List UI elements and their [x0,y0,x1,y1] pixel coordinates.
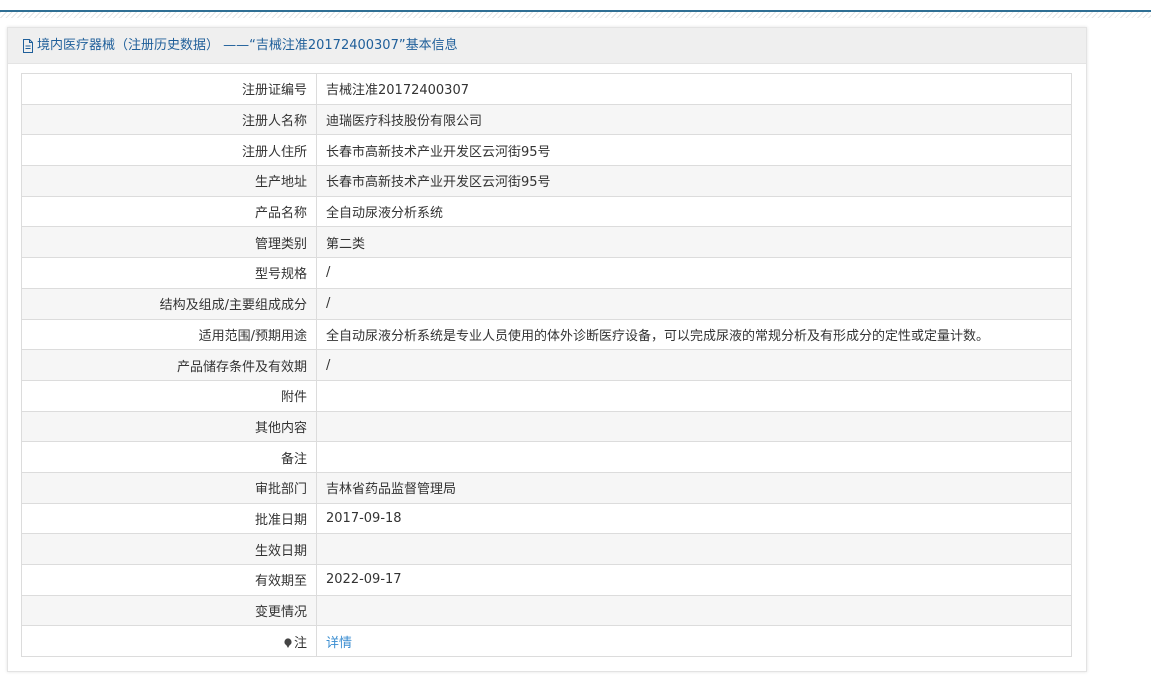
row-label: 注 [21,625,317,658]
row-label: 结构及组成/主要组成成分 [21,287,317,320]
row-label: 适用范围/预期用途 [21,318,317,351]
detail-link[interactable]: 详情 [326,636,352,651]
row-value: / [316,349,1072,381]
table-row: 注册人名称 迪瑞医疗科技股份有限公司 [21,103,1072,136]
row-value [316,441,1072,473]
row-value [316,379,1072,412]
table-row: 管理类别 第二类 [21,226,1072,259]
row-value: 全自动尿液分析系统是专业人员使用的体外诊断医疗设备，可以完成尿液的常规分析及有形… [316,318,1072,351]
table-row: 产品储存条件及有效期 / [21,349,1072,381]
row-label: 型号规格 [21,257,317,289]
table-row: 审批部门 吉林省药品监督管理局 [21,471,1072,504]
row-value [316,594,1072,627]
table-row-note: 注 详情 [21,625,1072,658]
row-label: 附件 [21,379,317,412]
row-label: 其他内容 [21,410,317,443]
row-value: 长春市高新技术产业开发区云河街95号 [316,165,1072,197]
row-value: 2017-09-18 [316,502,1072,535]
document-icon [22,38,34,53]
row-value: 长春市高新技术产业开发区云河街95号 [316,134,1072,167]
panel-title: 境内医疗器械（注册历史数据） ——“吉械注准20172400307”基本信息 [37,38,458,53]
row-label: 产品名称 [21,195,317,228]
row-label: 批准日期 [21,502,317,535]
row-value [316,533,1072,565]
row-value: 全自动尿液分析系统 [316,195,1072,228]
table-row: 变更情况 [21,594,1072,627]
table-row: 注册人住所 长春市高新技术产业开发区云河街95号 [21,134,1072,167]
table-row: 注册证编号 吉械注准20172400307 [21,73,1072,105]
table-row: 其他内容 [21,410,1072,443]
row-label: 审批部门 [21,471,317,504]
note-label: 注 [293,635,307,651]
table-row: 批准日期 2017-09-18 [21,502,1072,535]
table-row: 产品名称 全自动尿液分析系统 [21,195,1072,228]
table-row: 适用范围/预期用途 全自动尿液分析系统是专业人员使用的体外诊断医疗设备，可以完成尿… [21,318,1072,351]
row-value: 详情 [316,625,1072,658]
row-value: 迪瑞医疗科技股份有限公司 [316,103,1072,136]
info-panel: 境内医疗器械（注册历史数据） ——“吉械注准20172400307”基本信息 注… [7,27,1087,672]
row-label: 产品储存条件及有效期 [21,349,317,381]
info-table: 注册证编号 吉械注准20172400307 注册人名称 迪瑞医疗科技股份有限公司 注册人… [21,73,1072,658]
table-row: 备注 [21,441,1072,473]
row-value: 吉械注准20172400307 [316,73,1072,105]
row-label: 管理类别 [21,226,317,259]
table-row: 生效日期 [21,533,1072,565]
row-label: 生产地址 [21,165,317,197]
top-hatch [0,12,1151,18]
panel-header: 境内医疗器械（注册历史数据） ——“吉械注准20172400307”基本信息 [8,28,1086,64]
table-row: 型号规格 / [21,257,1072,289]
row-label: 生效日期 [21,533,317,565]
row-value: 第二类 [316,226,1072,259]
table-row: 附件 [21,379,1072,412]
row-label: 变更情况 [21,594,317,627]
row-label: 注册人名称 [21,103,317,136]
row-label: 注册人住所 [21,134,317,167]
row-label: 有效期至 [21,564,317,596]
table-row: 结构及组成/主要组成成分 / [21,287,1072,320]
row-label: 备注 [21,441,317,473]
row-label: 注册证编号 [21,73,317,105]
row-value: / [316,287,1072,320]
row-value: 吉林省药品监督管理局 [316,471,1072,504]
pin-icon [283,637,293,648]
row-value [316,410,1072,443]
row-value: 2022-09-17 [316,564,1072,596]
row-value: / [316,257,1072,289]
table-row: 有效期至 2022-09-17 [21,564,1072,596]
table-row: 生产地址 长春市高新技术产业开发区云河街95号 [21,165,1072,197]
